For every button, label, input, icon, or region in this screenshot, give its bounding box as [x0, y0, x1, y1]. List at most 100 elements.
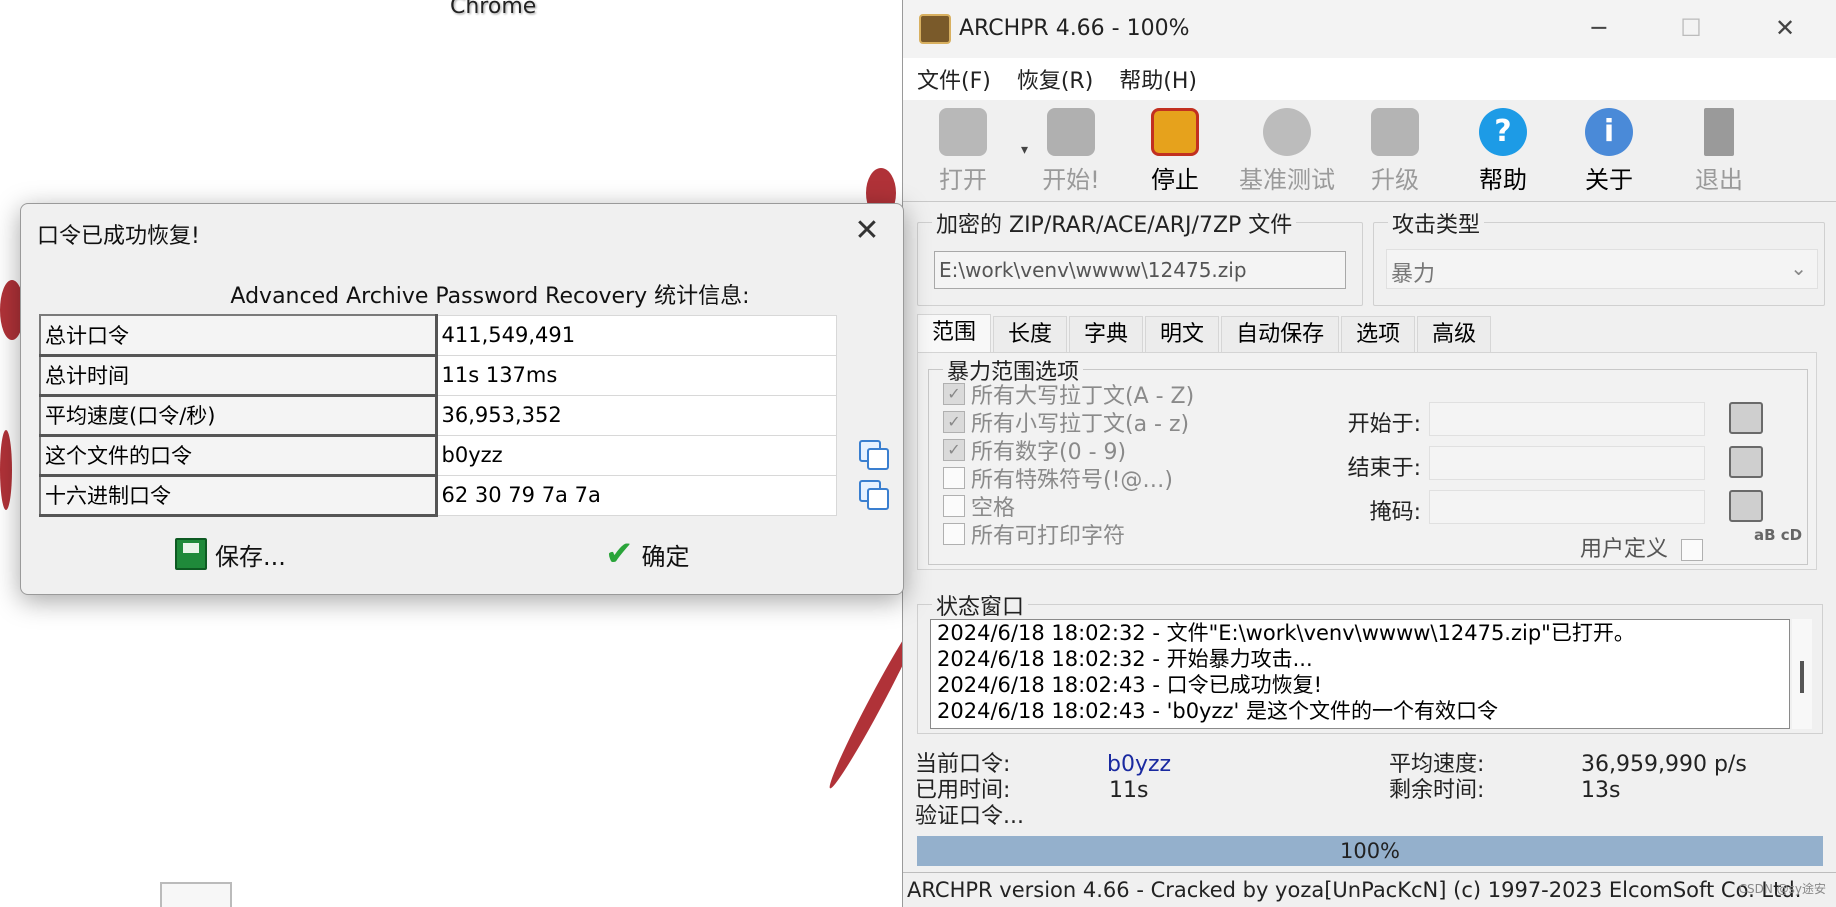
mask-input[interactable] — [1429, 490, 1705, 524]
progress-bar: 100% — [917, 836, 1823, 866]
copy-password-icon[interactable] — [859, 440, 891, 470]
end-at-label: 结束于: — [1347, 456, 1421, 481]
about-button[interactable]: i 关于 — [1559, 108, 1659, 195]
menu-bar: 文件(F) 恢复(R) 帮助(H) — [903, 58, 1836, 100]
save-button[interactable]: 保存... — [175, 534, 286, 574]
option-special[interactable]: 所有特殊符号(!@…) — [943, 464, 1173, 493]
tab-options[interactable]: 选项 — [1341, 316, 1416, 354]
table-row: 这个文件的口令 b0yzz — [39, 434, 837, 477]
tab-dictionary[interactable]: 字典 — [1069, 316, 1144, 354]
status-window-title: 状态窗口 — [932, 589, 1029, 621]
tab-length[interactable]: 长度 — [993, 316, 1068, 354]
remaining-time-value: 13s — [1581, 778, 1621, 803]
tab-plaintext[interactable]: 明文 — [1145, 316, 1220, 354]
stopwatch-icon — [1263, 108, 1311, 156]
dialog-close-button[interactable]: ✕ — [847, 212, 887, 252]
user-defined-checkbox[interactable] — [1681, 539, 1704, 561]
option-digits[interactable]: ✓ 所有数字(0 - 9) — [943, 436, 1126, 465]
stop-lock-icon — [1151, 108, 1199, 156]
status-log: 2024/6/18 18:02:32 - 文件"E:\work\venv\www… — [930, 619, 1790, 729]
stat-key: 这个文件的口令 — [39, 434, 438, 477]
floppy-disk-icon — [175, 538, 207, 570]
status-bar: ARCHPR version 4.66 - Cracked by yoza[Un… — [903, 872, 1836, 907]
file-path-field[interactable]: E:\work\venv\wwww\12475.zip — [934, 251, 1346, 289]
stat-value[interactable]: b0yzz — [435, 434, 837, 476]
log-line: 2024/6/18 18:02:43 - 口令已成功恢复! — [937, 673, 1323, 697]
window-title: ARCHPR 4.66 - 100% — [959, 16, 1190, 41]
ok-button[interactable]: ✔ 确定 — [605, 534, 690, 574]
option-lowercase[interactable]: ✓ 所有小写拉丁文(a - z) — [943, 408, 1189, 437]
statistics-table: 总计口令 411,549,491 总计时间 11s 137ms 平均速度(口令/… — [39, 314, 837, 517]
user-defined-option[interactable]: 用户定义 — [1580, 531, 1709, 563]
tab-range[interactable]: 范围 — [917, 314, 992, 354]
status-window-group: 状态窗口 2024/6/18 18:02:32 - 文件"E:\work\ven… — [917, 589, 1823, 734]
info-icon: i — [1585, 108, 1633, 156]
checkmark-icon: ✔ — [605, 534, 634, 574]
stat-value: 411,549,491 — [435, 314, 837, 356]
checkbox[interactable]: ✓ — [943, 439, 965, 461]
table-row: 总计口令 411,549,491 — [39, 314, 837, 357]
start-button[interactable]: 开始! — [1021, 108, 1121, 195]
mask-label: 掩码: — [1369, 500, 1421, 525]
minimize-button[interactable]: ─ — [1563, 8, 1635, 48]
title-bar: ARCHPR 4.66 - 100% ─ ☐ ✕ — [903, 0, 1836, 58]
maximize-button[interactable]: ☐ — [1655, 8, 1727, 48]
charset-edit-icon[interactable]: aB cD — [1754, 527, 1802, 543]
verify-status: 验证口令... — [915, 804, 1024, 829]
table-row: 十六进制口令 62 30 79 7a 7a — [39, 474, 837, 517]
app-icon — [919, 14, 951, 44]
close-button[interactable]: ✕ — [1749, 8, 1821, 48]
checkbox[interactable]: ✓ — [943, 411, 965, 433]
chevron-down-icon: ⌄ — [1790, 256, 1807, 280]
help-button[interactable]: ? 帮助 — [1453, 108, 1553, 195]
open-button[interactable]: 打开 — [913, 108, 1013, 195]
stat-key: 总计口令 — [39, 314, 438, 357]
option-space[interactable]: 空格 — [943, 492, 1015, 521]
log-line: 2024/6/18 18:02:32 - 开始暴力攻击... — [937, 647, 1313, 671]
end-at-picker-icon[interactable] — [1729, 446, 1763, 478]
table-row: 平均速度(口令/秒) 36,953,352 — [39, 394, 837, 437]
option-printable[interactable]: 所有可打印字符 — [943, 520, 1125, 549]
status-scrollbar[interactable] — [1792, 619, 1812, 729]
upgrade-icon — [1371, 108, 1419, 156]
avg-speed-value: 36,959,990 p/s — [1581, 752, 1747, 777]
avg-speed-label: 平均速度: — [1389, 752, 1485, 777]
tab-autosave[interactable]: 自动保存 — [1221, 316, 1340, 354]
menu-file[interactable]: 文件(F) — [917, 63, 991, 95]
settings-tabs: 范围 长度 字典 明文 自动保存 选项 高级 — [917, 314, 1493, 354]
checkbox[interactable] — [943, 467, 965, 489]
tab-advanced[interactable]: 高级 — [1417, 316, 1492, 354]
password-recovered-dialog: 口令已成功恢复! ✕ Advanced Archive Password Rec… — [20, 203, 904, 595]
end-at-input[interactable] — [1429, 446, 1705, 480]
checkbox[interactable]: ✓ — [943, 383, 965, 405]
benchmark-button[interactable]: 基准测试 — [1219, 108, 1355, 195]
desktop-chrome-label[interactable]: Chrome — [450, 0, 536, 19]
desktop-file-icon[interactable] — [160, 882, 232, 907]
archpr-main-window: ARCHPR 4.66 - 100% ─ ☐ ✕ 文件(F) 恢复(R) 帮助(… — [902, 0, 1836, 907]
start-from-input[interactable] — [1429, 402, 1705, 436]
attack-type-select[interactable]: 暴力 ⌄ — [1386, 249, 1818, 289]
checkbox[interactable] — [943, 523, 965, 545]
mask-picker-icon[interactable] — [1729, 490, 1763, 522]
stat-key: 总计时间 — [39, 354, 438, 397]
copy-hex-icon[interactable] — [859, 480, 891, 510]
attack-type-group-title: 攻击类型 — [1388, 207, 1485, 239]
watermark: CSDN @sy途安 — [1738, 882, 1826, 896]
open-folder-icon — [939, 108, 987, 156]
upgrade-button[interactable]: 升级 — [1345, 108, 1445, 195]
exit-button[interactable]: 退出 — [1669, 108, 1769, 195]
remaining-time-label: 剩余时间: — [1389, 778, 1485, 803]
log-line: 2024/6/18 18:02:32 - 文件"E:\work\venv\www… — [937, 621, 1635, 645]
stat-value[interactable]: 62 30 79 7a 7a — [435, 474, 837, 516]
exit-door-icon — [1704, 108, 1734, 156]
stop-button[interactable]: 停止 — [1125, 108, 1225, 195]
checkbox[interactable] — [943, 495, 965, 517]
log-line: 2024/6/18 18:02:43 - 'b0yzz' 是这个文件的一个有效口… — [937, 699, 1498, 723]
scrollbar-thumb[interactable] — [1800, 661, 1804, 693]
menu-recovery[interactable]: 恢复(R) — [1017, 63, 1093, 95]
menu-help[interactable]: 帮助(H) — [1119, 63, 1197, 95]
option-uppercase[interactable]: ✓ 所有大写拉丁文(A - Z) — [943, 380, 1194, 409]
wallpaper-splash — [0, 430, 12, 510]
range-tab-panel: 暴力范围选项 ✓ 所有大写拉丁文(A - Z) ✓ 所有小写拉丁文(a - z) ✓… — [917, 352, 1817, 570]
start-from-picker-icon[interactable] — [1729, 402, 1763, 434]
